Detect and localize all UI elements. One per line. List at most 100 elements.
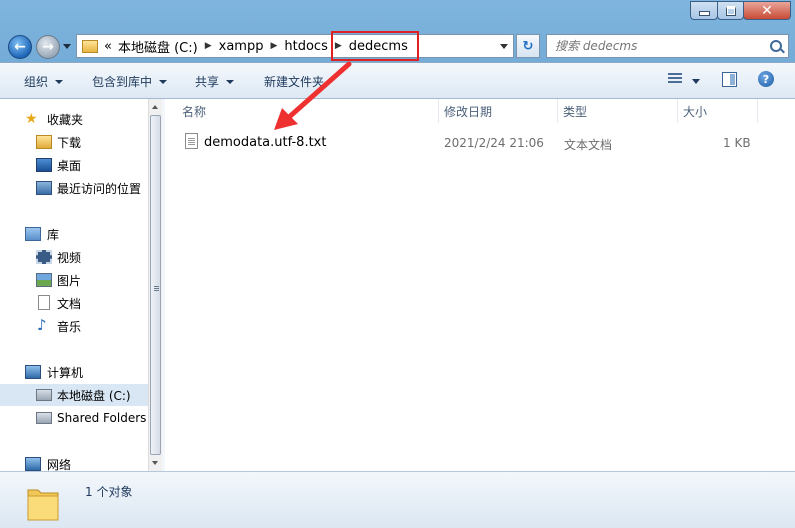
sidebar-item-shared-folders[interactable]: Shared Folders [0, 407, 148, 429]
address-dropdown-button[interactable] [495, 35, 513, 57]
video-icon [36, 250, 52, 264]
minimize-icon [698, 11, 710, 16]
file-name: demodata.utf-8.txt [204, 135, 327, 150]
column-header-size[interactable]: 大小 [678, 99, 758, 123]
sidebar-item-desktop[interactable]: 桌面 [0, 154, 148, 176]
chevron-down-icon [226, 79, 235, 84]
highlight-box [331, 31, 419, 61]
scrollbar-thumb[interactable] [150, 115, 161, 455]
sidebar-label: 最近访问的位置 [57, 181, 142, 196]
refresh-button[interactable]: ↻ [516, 34, 540, 58]
address-bar[interactable]: « 本地磁盘 (C:) ▶ xampp ▶ htdocs ▶ dedecms [76, 31, 514, 61]
hard-drive-icon [36, 389, 52, 401]
preview-pane-icon[interactable] [722, 72, 737, 87]
sidebar-item-videos[interactable]: 视频 [0, 246, 148, 268]
minimize-button[interactable] [690, 1, 718, 20]
sidebar-item-pictures[interactable]: 图片 [0, 269, 148, 291]
column-header-label: 类型 [563, 104, 588, 119]
sidebar-item-libraries[interactable]: 库 [0, 223, 148, 245]
recent-places-icon [36, 181, 52, 195]
sidebar-label: 收藏夹 [47, 112, 84, 127]
sidebar-item-downloads[interactable]: 下载 [0, 131, 148, 153]
network-drive-icon [36, 412, 52, 424]
maximize-icon [725, 5, 736, 16]
refresh-icon: ↻ [522, 38, 534, 54]
sidebar-label: 库 [47, 227, 60, 242]
navigation-bar: ← → « 本地磁盘 (C:) ▶ xampp ▶ htdocs ▶ dedec… [0, 30, 795, 62]
sidebar-label: 下载 [57, 135, 82, 150]
breadcrumb-c-drive[interactable]: 本地磁盘 (C:) [114, 37, 202, 56]
navigation-pane: ★ 收藏夹 下载 桌面 最近访问的位置 库 视频 图片 文档 ♪ 音乐 计算机 … [0, 99, 148, 471]
search-box[interactable] [546, 34, 789, 58]
libraries-icon [25, 227, 41, 241]
sidebar-item-documents[interactable]: 文档 [0, 292, 148, 314]
column-header-label: 大小 [683, 104, 708, 119]
downloads-folder-icon [36, 135, 52, 149]
sidebar-label: 音乐 [57, 319, 82, 334]
share-label: 共享 [195, 75, 220, 89]
maximize-button[interactable] [717, 1, 744, 20]
share-button[interactable]: 共享 [195, 73, 235, 90]
organize-button[interactable]: 组织 [24, 73, 64, 90]
sidebar-label: 本地磁盘 (C:) [57, 388, 131, 403]
view-details-icon[interactable] [668, 73, 682, 85]
column-header-label: 名称 [182, 104, 207, 119]
file-size: 1 KB [723, 136, 751, 150]
sidebar-label: 网络 [47, 457, 72, 472]
scroll-down-icon[interactable] [152, 461, 158, 465]
file-modified: 2021/2/24 21:06 [444, 136, 544, 150]
column-header-modified[interactable]: 修改日期 [439, 99, 558, 123]
sidebar-label: Shared Folders [57, 411, 147, 425]
file-list: 名称 修改日期 类型 大小 demodata.utf-8.txt 2021/2/… [165, 99, 795, 471]
recent-pages-dropdown[interactable] [63, 44, 71, 49]
chevron-down-icon [500, 43, 508, 49]
content-area: 组织 包含到库中 共享 新建文件夹 ? ★ 收藏夹 下载 桌面 最近访问的位置 … [0, 62, 795, 528]
sidebar-item-network[interactable]: 网络 [0, 453, 148, 471]
breadcrumb-xampp[interactable]: xampp [215, 39, 268, 54]
chevron-right-icon[interactable]: ▶ [202, 41, 215, 51]
sidebar-item-recent-places[interactable]: 最近访问的位置 [0, 177, 148, 199]
star-icon: ★ [25, 111, 38, 127]
chevron-right-icon[interactable]: ▶ [267, 41, 280, 51]
breadcrumb-htdocs[interactable]: htdocs [280, 39, 331, 54]
desktop-icon [36, 158, 52, 172]
table-row[interactable]: demodata.utf-8.txt 2021/2/24 21:06 文本文档 … [177, 133, 777, 153]
navigation-scrollbar[interactable] [148, 99, 163, 471]
help-icon[interactable]: ? [758, 71, 774, 87]
chevron-down-icon [55, 79, 64, 84]
explorer-window: ✕ ← → « 本地磁盘 (C:) ▶ xampp ▶ htdocs ▶ ded… [0, 0, 795, 528]
text-file-icon [185, 133, 198, 149]
sidebar-item-music[interactable]: ♪ 音乐 [0, 315, 148, 337]
scroll-up-icon[interactable] [152, 105, 158, 109]
file-type: 文本文档 [564, 138, 613, 152]
forward-button[interactable]: → [36, 35, 60, 59]
grip-icon [154, 286, 159, 287]
back-button[interactable]: ← [8, 35, 32, 59]
sidebar-item-local-disk-c[interactable]: 本地磁盘 (C:) [0, 384, 148, 406]
arrow-left-icon: ← [14, 39, 26, 55]
breadcrumb-overflow[interactable]: « [102, 39, 114, 54]
command-bar: 组织 包含到库中 共享 新建文件夹 ? [0, 63, 795, 99]
sidebar-label: 视频 [57, 250, 82, 265]
network-icon [25, 457, 41, 471]
chevron-down-icon [159, 79, 168, 84]
new-folder-label: 新建文件夹 [264, 75, 325, 89]
sidebar-item-computer[interactable]: 计算机 [0, 361, 148, 383]
view-options-dropdown[interactable] [692, 79, 700, 84]
folder-icon [82, 39, 98, 53]
title-bar: ✕ [0, 0, 795, 30]
search-input[interactable] [555, 38, 755, 54]
sidebar-item-favorites[interactable]: ★ 收藏夹 [0, 108, 148, 130]
close-icon: ✕ [761, 2, 773, 19]
arrow-right-icon: → [42, 39, 54, 55]
new-folder-button[interactable]: 新建文件夹 [264, 73, 324, 90]
column-header-type[interactable]: 类型 [558, 99, 678, 123]
pictures-icon [36, 273, 52, 287]
folder-icon [27, 489, 59, 521]
sidebar-label: 图片 [57, 273, 82, 288]
sidebar-label: 文档 [57, 296, 82, 311]
include-library-button[interactable]: 包含到库中 [92, 73, 168, 90]
close-button[interactable]: ✕ [743, 1, 791, 20]
column-header-name[interactable]: 名称 [177, 99, 439, 123]
search-icon[interactable] [770, 40, 782, 52]
